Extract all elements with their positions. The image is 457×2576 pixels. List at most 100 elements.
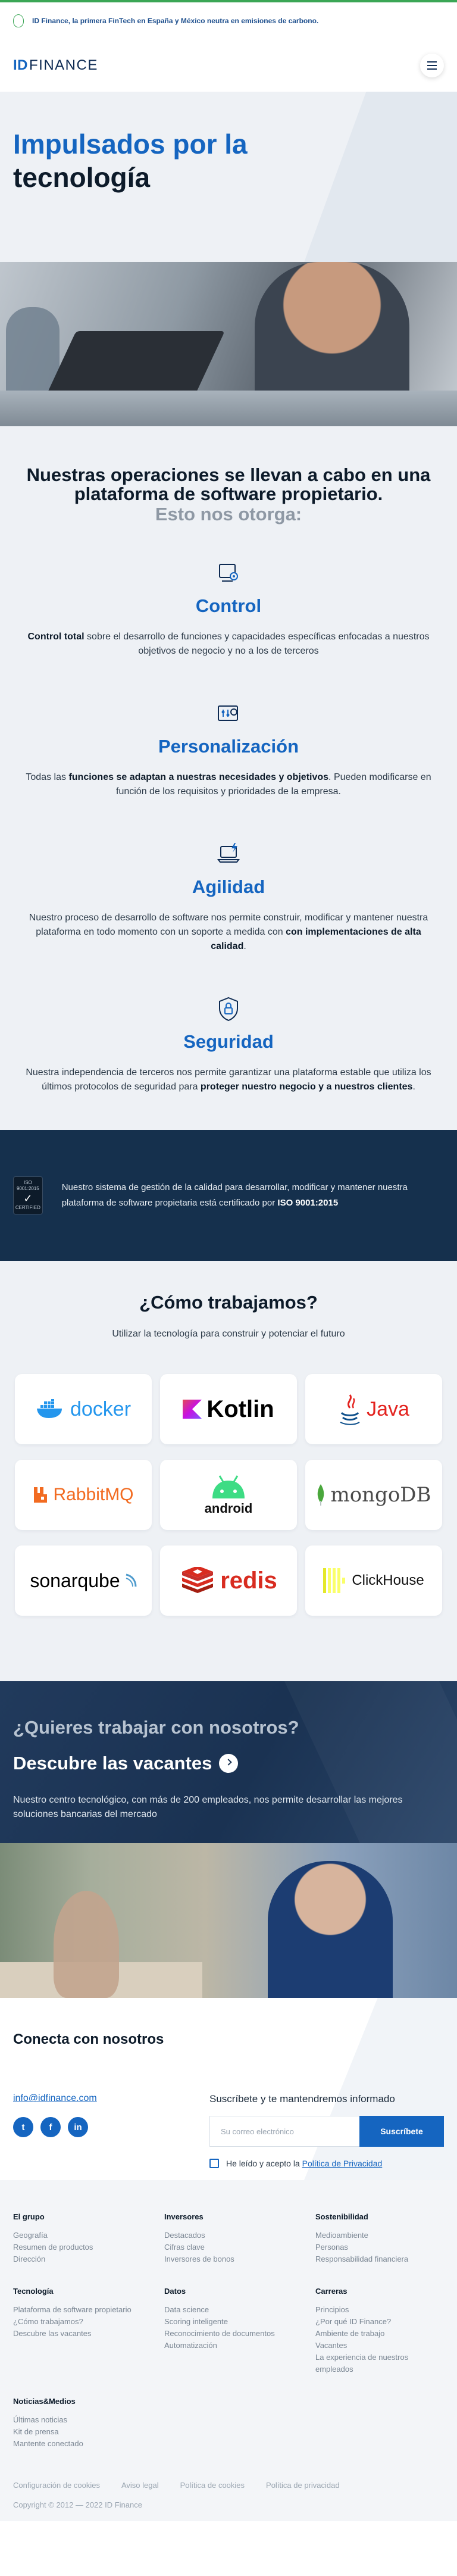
contact-email-link[interactable]: info@idfinance.com: [13, 2093, 209, 2104]
privacy-policy-footer-link[interactable]: Política de privacidad: [266, 2481, 340, 2490]
footer-link[interactable]: Medioambiente: [315, 2230, 444, 2241]
footer-link[interactable]: Descubre las vacantes: [13, 2328, 164, 2340]
tech-rabbitmq: RabbitMQ: [15, 1460, 152, 1530]
operations-title: Nuestras operaciones se llevan a cabo en…: [26, 464, 431, 504]
shield-lock-icon: [219, 997, 238, 1022]
footer-link[interactable]: Geografía: [13, 2230, 164, 2241]
footer-col-careers: Carreras Principios ¿Por qué ID Finance?…: [315, 2287, 444, 2375]
copyright: Copyright © 2012 — 2022 ID Finance: [13, 2500, 142, 2509]
footer-link[interactable]: Mantente conectado: [13, 2438, 164, 2450]
feature-personalization: Personalización Todas las funciones se a…: [13, 700, 444, 799]
cookie-settings-link[interactable]: Configuración de cookies: [13, 2481, 100, 2490]
footer-col-investors: Inversores Destacados Cifras clave Inver…: [164, 2212, 315, 2265]
footer-link[interactable]: Data science: [164, 2304, 315, 2316]
site-footer: El grupo Geografía Resumen de productos …: [0, 2180, 457, 2521]
feature-text: Nuestra independencia de terceros nos pe…: [26, 1067, 431, 1092]
linkedin-icon[interactable]: in: [68, 2117, 88, 2137]
hero: Impulsados por la tecnología: [0, 92, 457, 262]
tech-android: android: [160, 1460, 297, 1530]
feature-control: Control Control total sobre el desarroll…: [13, 560, 444, 658]
footer-link[interactable]: Resumen de productos: [13, 2241, 164, 2253]
footer-col-sustainability: Sostenibilidad Medioambiente Personas Re…: [315, 2212, 444, 2265]
how-we-work-section: ¿Cómo trabajamos? Utilizar la tecnología…: [0, 1261, 457, 1681]
team-photo: [0, 1843, 457, 1998]
privacy-checkbox[interactable]: [209, 2159, 219, 2168]
iso-text: Nuestro sistema de gestión de la calidad…: [61, 1182, 408, 1208]
cookie-policy-link[interactable]: Política de cookies: [180, 2481, 245, 2490]
docker-whale-icon: [36, 1399, 62, 1418]
kotlin-logo-icon: [183, 1400, 202, 1419]
footer-col-data: Datos Data science Scoring inteligente R…: [164, 2287, 315, 2375]
footer-link[interactable]: Principios: [315, 2304, 444, 2316]
iso-section: ISO 9001:2015 ✓ CERTIFIED Nuestro sistem…: [0, 1130, 457, 1261]
careers-question: ¿Quieres trabajar con nosotros?: [13, 1717, 299, 1738]
announcement-text: ID Finance, la primera FinTech en España…: [32, 17, 319, 25]
footer-link[interactable]: Automatización: [164, 2340, 315, 2352]
footer-links: El grupo Geografía Resumen de productos …: [13, 2212, 444, 2450]
footer-link[interactable]: Dirección: [13, 2253, 164, 2265]
hamburger-icon: [427, 61, 437, 63]
page: ID Finance, la primera FinTech en España…: [0, 0, 457, 2576]
footer-link[interactable]: Plataforma de software propietario: [13, 2304, 164, 2316]
footer-link[interactable]: Scoring inteligente: [164, 2316, 315, 2328]
footer-link[interactable]: ¿Cómo trabajamos?: [13, 2316, 164, 2328]
footer-link[interactable]: Ambiente de trabajo: [315, 2328, 444, 2340]
careers-section: ¿Quieres trabajar con nosotros? Descubre…: [0, 1681, 457, 1843]
tech-java: Java: [305, 1374, 442, 1444]
footer-link[interactable]: Últimas noticias: [13, 2414, 164, 2426]
facebook-icon[interactable]: f: [40, 2117, 61, 2137]
footer-col-news: Noticias&Medios Últimas noticias Kit de …: [13, 2397, 164, 2450]
social-links: t f in: [13, 2117, 209, 2137]
legal-notice-link[interactable]: Aviso legal: [121, 2481, 159, 2490]
careers-description: Nuestro centro tecnológico, con más de 2…: [13, 1795, 403, 1819]
footer-link[interactable]: Inversores de bonos: [164, 2253, 315, 2265]
feature-title: Personalización: [158, 736, 299, 757]
menu-button[interactable]: [420, 54, 444, 77]
connect-section: Conecta con nosotros info@idfinance.com …: [0, 1998, 457, 2180]
footer-link[interactable]: Cifras clave: [164, 2241, 315, 2253]
email-input[interactable]: Su correo electrónico: [209, 2116, 359, 2147]
feature-title: Agilidad: [192, 876, 265, 897]
operations-subtitle: Esto nos otorga:: [155, 504, 302, 524]
newsletter-title: Suscríbete y te mantendremos informado: [209, 2093, 395, 2104]
feature-text: Todas las funciones se adaptan a nuestra…: [26, 772, 431, 797]
footer-link[interactable]: Destacados: [164, 2230, 315, 2241]
tech-redis: redis: [160, 1545, 297, 1616]
clickhouse-bars-icon: [323, 1568, 346, 1593]
tech-clickhouse: ClickHouse: [305, 1545, 442, 1616]
java-cup-icon: [340, 1394, 360, 1425]
laptop-lightning-icon: [217, 843, 240, 863]
iso-certificate-badge: ISO 9001:2015 ✓ CERTIFIED: [13, 1176, 43, 1214]
feature-title: Seguridad: [183, 1031, 274, 1052]
how-lead: Utilizar la tecnología para construir y …: [112, 1329, 345, 1339]
footer-link[interactable]: ¿Por qué ID Finance?: [315, 2316, 444, 2328]
logo[interactable]: ID FINANCE: [13, 57, 98, 74]
logo-id: ID: [13, 57, 28, 73]
site-header: ID FINANCE: [0, 39, 457, 92]
connect-title: Conecta con nosotros: [13, 2031, 164, 2047]
privacy-policy-link[interactable]: Política de Privacidad: [302, 2159, 383, 2168]
feature-agility: Agilidad Nuestro proceso de desarrollo d…: [13, 841, 444, 954]
feature-text: Control total sobre el desarrollo de fun…: [27, 632, 430, 656]
footer-col-technology: Tecnología Plataforma de software propie…: [13, 2287, 164, 2375]
footer-link[interactable]: Responsabilidad financiera: [315, 2253, 444, 2265]
twitter-icon[interactable]: t: [13, 2117, 33, 2137]
footer-link[interactable]: Vacantes: [315, 2340, 444, 2352]
vacancies-link[interactable]: Descubre las vacantes: [13, 1753, 444, 1774]
android-robot-icon: [212, 1475, 245, 1498]
sonarqube-waves-icon: [126, 1573, 137, 1587]
footer-col-group: El grupo Geografía Resumen de productos …: [13, 2212, 164, 2265]
arrow-right-icon: [219, 1754, 239, 1773]
tech-kotlin: Kotlin: [160, 1374, 297, 1444]
footer-link[interactable]: Kit de prensa: [13, 2426, 164, 2438]
carbon-neutral-seal-icon: [13, 14, 24, 27]
footer-link[interactable]: Personas: [315, 2241, 444, 2253]
logo-finance: FINANCE: [29, 57, 98, 73]
sliders-icon: [218, 705, 238, 721]
tech-sonarqube: sonarqube: [15, 1545, 152, 1616]
footer-link[interactable]: La experiencia de nuestros empleados: [315, 2352, 444, 2375]
subscribe-button[interactable]: Suscríbete: [359, 2116, 444, 2147]
footer-link[interactable]: Reconocimiento de documentos: [164, 2328, 315, 2340]
tech-mongodb: mongoDB: [305, 1460, 442, 1530]
hero-title: Impulsados por la tecnología: [13, 127, 444, 194]
